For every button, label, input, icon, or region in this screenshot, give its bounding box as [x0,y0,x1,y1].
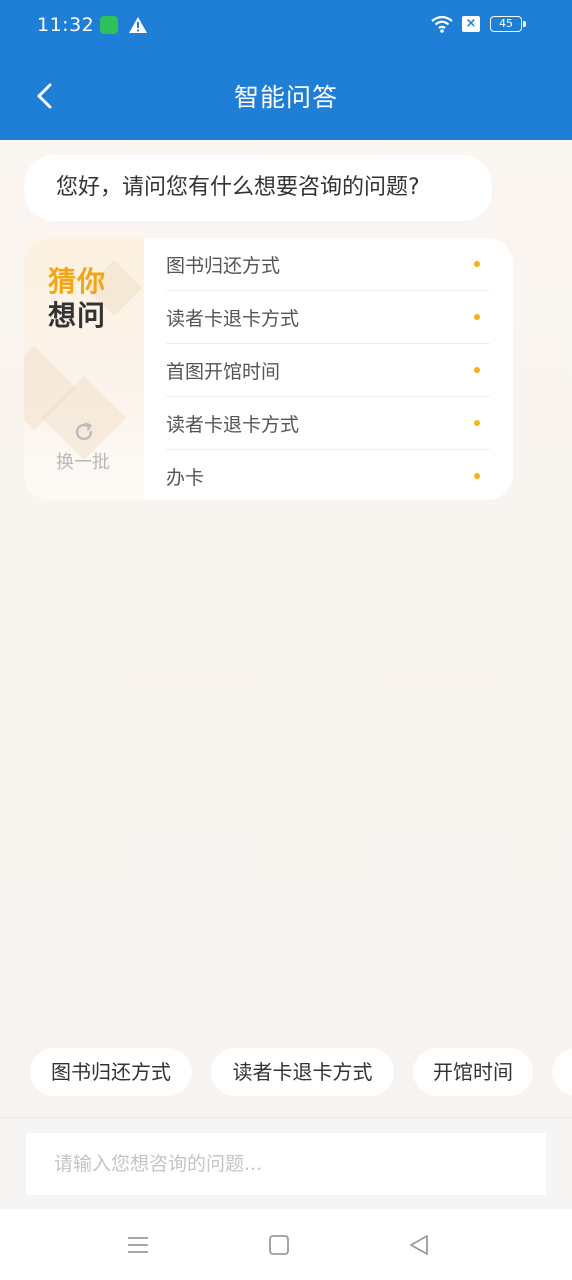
home-square-icon[interactable] [267,1233,291,1257]
page-title: 智能问答 [233,83,338,112]
bullet-dot-icon [474,367,480,373]
back-triangle-icon[interactable] [407,1233,431,1257]
guess-you-ask-card: 猜你 想问 换一批 图书归还方式 读者卡退卡方式 首图开馆时间 读者卡退卡方式 … [24,238,513,500]
guess-question-label: 读者卡退卡方式 [166,308,300,330]
guess-title-line2: 想问 [48,299,107,332]
wifi-icon [431,15,453,33]
guess-card-sidebar: 猜你 想问 换一批 [24,238,144,500]
battery-icon: 45 [490,16,526,32]
header: 智能问答 [0,52,572,140]
guess-question-list: 图书归还方式 读者卡退卡方式 首图开馆时间 读者卡退卡方式 办卡 [166,238,490,500]
guess-question-label: 读者卡退卡方式 [166,414,300,436]
quick-chip[interactable]: 图书归还方式 [30,1048,192,1096]
guess-question-item[interactable]: 首图开馆时间 [166,344,490,397]
bullet-dot-icon [474,473,480,479]
question-input[interactable] [26,1133,546,1195]
app-notification-icon [100,16,118,34]
refresh-icon[interactable] [72,420,96,444]
bullet-dot-icon [474,261,480,267]
guess-question-label: 办卡 [166,467,205,489]
bullet-dot-icon [474,420,480,426]
status-time: 11:32 [37,14,95,36]
guess-question-item[interactable]: 读者卡退卡方式 [166,397,490,450]
greeting-message: 您好，请问您有什么想要咨询的问题? [24,155,492,221]
guess-question-label: 图书归还方式 [166,255,281,277]
guess-question-item[interactable]: 图书归还方式 [166,238,490,291]
guess-question-label: 首图开馆时间 [166,361,281,383]
system-navigation-bar [0,1209,572,1280]
menu-icon[interactable] [126,1233,150,1257]
quick-question-chips: 图书归还方式 读者卡退卡方式 开馆时间 [0,1048,572,1096]
refresh-batch-button[interactable]: 换一批 [24,448,142,474]
input-bar [0,1117,572,1210]
quick-chip[interactable]: 读者卡退卡方式 [211,1048,394,1096]
warning-icon [129,17,147,33]
guess-question-item[interactable]: 办卡 [166,450,490,500]
bullet-dot-icon [474,314,480,320]
quick-chip-partial[interactable] [552,1048,572,1096]
quick-chip[interactable]: 开馆时间 [413,1048,533,1096]
status-bar: 11:32 × 45 [0,0,572,52]
guess-question-item[interactable]: 读者卡退卡方式 [166,291,490,344]
no-sim-icon: × [462,16,480,32]
